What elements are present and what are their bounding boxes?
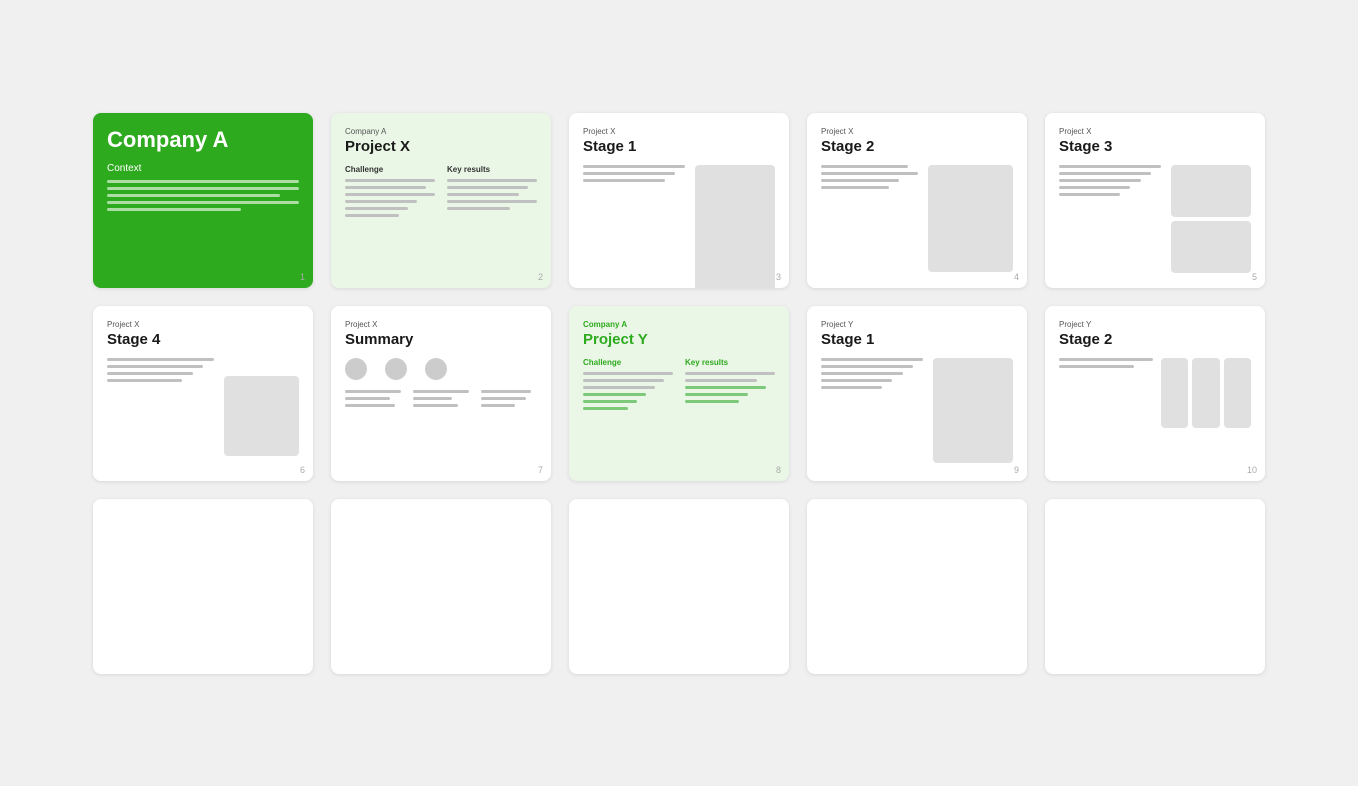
slide-7-small-label: Project X: [345, 320, 537, 329]
slide-9-small-label: Project Y: [821, 320, 1013, 329]
stage10-images: [1161, 358, 1251, 428]
stage3-image: [695, 165, 775, 288]
slide-14[interactable]: [807, 499, 1027, 674]
slides-grid: Company A Context 1 Company A Project X …: [53, 73, 1305, 714]
slide-13[interactable]: [569, 499, 789, 674]
slide-6[interactable]: Project X Stage 4 6: [93, 306, 313, 481]
stage6-layout: [107, 358, 299, 456]
slide-8-title: Project Y: [583, 331, 775, 348]
stage4-image: [928, 165, 1013, 272]
slide-8-small-label: Company A: [583, 320, 775, 329]
line: [107, 208, 241, 211]
col-challenge: Challenge: [345, 165, 435, 221]
slide-7-title: Summary: [345, 331, 537, 348]
stage5-img-top: [1171, 165, 1251, 217]
slide-10-title: Stage 2: [1059, 331, 1251, 348]
col8-challenge: Challenge: [583, 358, 673, 414]
slide-8[interactable]: Company A Project Y Challenge Key result…: [569, 306, 789, 481]
slide-6-title: Stage 4: [107, 331, 299, 348]
slide-10-number: 10: [1247, 465, 1257, 475]
slide-4-small-label: Project X: [821, 127, 1013, 136]
stage9-layout: [821, 358, 1013, 463]
slide-2-number: 2: [538, 272, 543, 282]
stage6-image: [224, 376, 299, 456]
summary-col-1: [345, 390, 401, 411]
stage10-img1: [1161, 358, 1188, 428]
slide-10-small-label: Project Y: [1059, 320, 1251, 329]
slide-15[interactable]: [1045, 499, 1265, 674]
circle-3: [425, 358, 447, 380]
stage10-img3: [1224, 358, 1251, 428]
slide-1-title: Company A: [107, 127, 299, 153]
line: [107, 194, 280, 197]
slide-11[interactable]: [93, 499, 313, 674]
slide-12[interactable]: [331, 499, 551, 674]
slide-4-title: Stage 2: [821, 138, 1013, 155]
line: [107, 187, 299, 190]
summary-col-3: [481, 390, 537, 411]
slide-5-title: Stage 3: [1059, 138, 1251, 155]
slide-6-small-label: Project X: [107, 320, 299, 329]
slide-1-label: Context: [107, 163, 299, 174]
line: [107, 180, 299, 183]
slide-4[interactable]: Project X Stage 2 4: [807, 113, 1027, 288]
summary-circles: [345, 358, 537, 380]
slide-2-title: Project X: [345, 138, 537, 155]
stage10-text: [1059, 358, 1153, 428]
stage5-img-bottom: [1171, 221, 1251, 273]
slide-3-title: Stage 1: [583, 138, 775, 155]
stage10-img2: [1192, 358, 1219, 428]
col8-label2: Key results: [685, 358, 775, 367]
slide-3-small-label: Project X: [583, 127, 775, 136]
slide-5-small-label: Project X: [1059, 127, 1251, 136]
slide-8-cols: Challenge Key results: [583, 358, 775, 414]
stage4-text: [821, 165, 918, 272]
slide-7[interactable]: Project X Summary 7: [331, 306, 551, 481]
slide-5-number: 5: [1252, 272, 1257, 282]
slide-2-cols: Challenge Key results: [345, 165, 537, 221]
slide-5[interactable]: Project X Stage 3 5: [1045, 113, 1265, 288]
summary-col-2: [413, 390, 469, 411]
slide-1-lines: [107, 180, 299, 211]
slide-4-number: 4: [1014, 272, 1019, 282]
stage3-left: [583, 165, 685, 288]
slide-7-number: 7: [538, 465, 543, 475]
slide-9-title: Stage 1: [821, 331, 1013, 348]
col8-keyresults: Key results: [685, 358, 775, 414]
circle-1: [345, 358, 367, 380]
stage9-image: [933, 358, 1013, 463]
circle-2: [385, 358, 407, 380]
stage9-text: [821, 358, 923, 463]
slide-8-number: 8: [776, 465, 781, 475]
slide-9[interactable]: Project Y Stage 1 9: [807, 306, 1027, 481]
slide-9-number: 9: [1014, 465, 1019, 475]
slide-2[interactable]: Company A Project X Challenge Key result…: [331, 113, 551, 288]
summary-rows: [345, 390, 537, 411]
slide-1[interactable]: Company A Context 1: [93, 113, 313, 288]
slide-3-number: 3: [776, 272, 781, 282]
slide-2-small-label: Company A: [345, 127, 537, 136]
stage4-layout: [821, 165, 1013, 272]
line: [107, 201, 299, 204]
col8-label1: Challenge: [583, 358, 673, 367]
stage10-top: [1059, 358, 1251, 428]
slide-3[interactable]: Project X Stage 1 3: [569, 113, 789, 288]
slide-1-number: 1: [300, 272, 305, 282]
col2-label: Key results: [447, 165, 537, 174]
stage5-text: [1059, 165, 1161, 273]
stage6-text: [107, 358, 214, 456]
stage5-layout: [1059, 165, 1251, 273]
stage5-images: [1171, 165, 1251, 273]
slide-10[interactable]: Project Y Stage 2 10: [1045, 306, 1265, 481]
stage3-layout: [583, 165, 775, 288]
col-keyresults: Key results: [447, 165, 537, 221]
slide-6-number: 6: [300, 465, 305, 475]
col1-label: Challenge: [345, 165, 435, 174]
